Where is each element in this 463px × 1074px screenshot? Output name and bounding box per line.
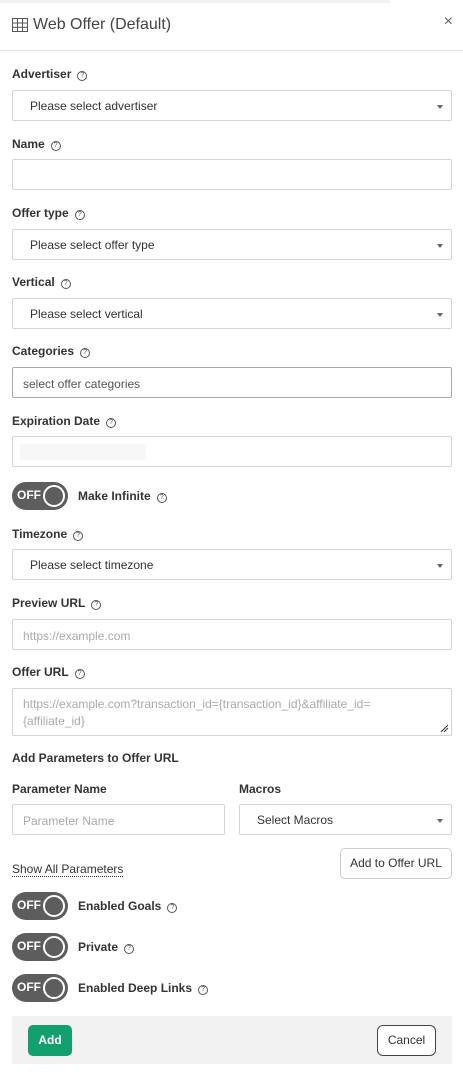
private-toggle[interactable]: OFF <box>12 933 68 961</box>
offer-url-label: Offer URL? <box>12 665 85 679</box>
offer-type-label: Offer type? <box>12 206 85 220</box>
expiration-date-label: Expiration Date? <box>12 414 117 428</box>
vertical-select[interactable]: Please select vertical <box>12 298 452 329</box>
caret-down-icon <box>437 564 443 568</box>
caret-down-icon <box>437 105 443 109</box>
caret-down-icon <box>437 819 443 823</box>
date-placeholder-block <box>20 444 146 460</box>
preview-url-input[interactable]: https://example.com <box>12 619 452 650</box>
offer-url-textarea[interactable]: https://example.com?transaction_id={tran… <box>12 688 452 736</box>
vertical-label: Vertical? <box>12 275 71 289</box>
question-circle-icon: ? <box>60 279 71 289</box>
parameter-name-label: Parameter Name <box>12 782 107 796</box>
timezone-select[interactable]: Please select timezone <box>12 549 452 580</box>
name-label: Name? <box>12 137 61 151</box>
timezone-label: Timezone? <box>12 527 84 541</box>
question-circle-icon: ? <box>73 531 84 541</box>
toggle-knob <box>43 485 65 507</box>
caret-down-icon <box>437 244 443 248</box>
toggle-knob <box>43 977 65 999</box>
name-input[interactable] <box>12 159 452 190</box>
parameter-name-input[interactable]: Parameter Name <box>12 804 225 835</box>
offer-type-select[interactable]: Please select offer type <box>12 229 452 260</box>
question-circle-icon: ? <box>198 985 209 995</box>
enabled-goals-toggle[interactable]: OFF <box>12 892 68 920</box>
macros-select[interactable]: Select Macros <box>239 804 452 835</box>
macros-label: Macros <box>239 782 282 796</box>
show-all-parameters-link[interactable]: Show All Parameters <box>12 862 124 877</box>
enabled-deep-links-toggle[interactable]: OFF <box>12 974 68 1002</box>
make-infinite-label: Make Infinite? <box>78 489 167 503</box>
toggle-knob <box>43 895 65 917</box>
table-grid-icon <box>12 18 28 32</box>
toggle-knob <box>43 936 65 958</box>
add-button[interactable]: Add <box>28 1025 72 1056</box>
private-label: Private? <box>78 940 135 954</box>
question-circle-icon: ? <box>167 903 178 913</box>
categories-input[interactable]: select offer categories <box>12 367 452 398</box>
question-circle-icon: ? <box>156 493 167 503</box>
question-circle-icon: ? <box>74 210 85 220</box>
modal-footer: Add Cancel <box>12 1016 452 1064</box>
advertiser-select[interactable]: Please select advertiser <box>12 90 452 121</box>
enabled-deep-links-label: Enabled Deep Links? <box>78 981 209 995</box>
params-section-label: Add Parameters to Offer URL <box>12 751 179 765</box>
modal-header: Web Offer (Default) × <box>0 3 463 51</box>
enabled-goals-label: Enabled Goals? <box>78 899 178 913</box>
question-circle-icon: ? <box>80 348 91 358</box>
question-circle-icon: ? <box>50 141 61 151</box>
categories-label: Categories? <box>12 344 91 358</box>
question-circle-icon: ? <box>106 418 117 428</box>
add-to-offer-url-button[interactable]: Add to Offer URL <box>340 848 452 879</box>
question-circle-icon: ? <box>77 71 88 81</box>
question-circle-icon: ? <box>124 944 135 954</box>
resize-handle-icon[interactable] <box>440 724 449 733</box>
expiration-date-input[interactable] <box>12 436 452 467</box>
question-circle-icon: ? <box>74 669 85 679</box>
make-infinite-toggle[interactable]: OFF <box>12 482 68 510</box>
caret-down-icon <box>437 313 443 317</box>
modal-title: Web Offer (Default) <box>33 16 172 33</box>
preview-url-label: Preview URL? <box>12 596 102 610</box>
advertiser-label: Advertiser? <box>12 67 88 81</box>
question-circle-icon: ? <box>91 600 102 610</box>
close-icon[interactable]: × <box>444 13 453 31</box>
cancel-button[interactable]: Cancel <box>377 1025 436 1056</box>
